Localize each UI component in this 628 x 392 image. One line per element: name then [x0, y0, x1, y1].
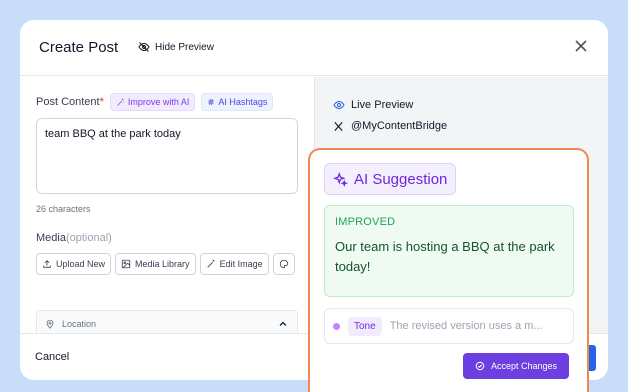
edit-image-button[interactable]: Edit Image — [199, 253, 269, 275]
magic-wand-icon — [206, 259, 214, 268]
eye-off-icon — [138, 42, 150, 52]
map-pin-icon — [46, 319, 54, 329]
editor-panel: Post Content* Improve with AI AI Hashtag… — [20, 77, 314, 337]
media-label: Media(optional) — [36, 232, 112, 244]
chevron-up-icon[interactable] — [277, 318, 289, 330]
accept-changes-button[interactable]: Accept Changes — [463, 353, 570, 379]
improved-tag: IMPROVED — [335, 216, 396, 228]
page-title: Create Post — [39, 39, 119, 56]
hide-preview-label: Hide Preview — [155, 41, 214, 53]
improved-text: Our team is hosting a BBQ at the park to… — [335, 239, 555, 274]
improve-with-ai-button[interactable]: Improve with AI — [109, 93, 196, 111]
tone-description: The revised version uses a m... — [389, 320, 543, 332]
close-icon[interactable] — [574, 39, 588, 53]
palette-icon — [279, 259, 288, 269]
improved-suggestion: IMPROVED Our team is hosting a BBQ at th… — [324, 205, 574, 297]
ai-hashtags-button[interactable]: AI Hashtags — [201, 93, 274, 111]
upload-icon — [43, 260, 51, 268]
preview-handle: @MyContentBridge — [333, 120, 447, 132]
upload-new-button[interactable]: Upload New — [36, 253, 112, 275]
media-buttons: Upload New Media Library Edit Image — [36, 253, 295, 275]
live-preview-label: Live Preview — [333, 99, 413, 111]
image-icon — [121, 259, 131, 269]
media-library-button[interactable]: Media Library — [115, 253, 196, 275]
hashtag-icon — [208, 98, 215, 106]
cancel-button[interactable]: Cancel — [35, 351, 69, 363]
x-logo-icon — [334, 121, 343, 131]
sparkles-icon — [333, 171, 348, 187]
tone-dot-icon — [333, 322, 340, 330]
hide-preview-button[interactable]: Hide Preview — [138, 41, 214, 53]
post-content-textarea[interactable]: team BBQ at the park today — [36, 118, 298, 194]
palette-button[interactable] — [272, 253, 295, 275]
check-circle-icon — [475, 361, 485, 371]
tone-note: Tone The revised version uses a m... — [324, 308, 574, 344]
ai-suggestion-card: AI Suggestion IMPROVED Our team is hosti… — [308, 148, 589, 392]
eye-icon — [333, 100, 345, 110]
post-content-label: Post Content* — [36, 96, 104, 108]
tone-badge: Tone — [348, 316, 382, 336]
character-count: 26 characters — [36, 204, 91, 214]
ai-suggestion-title: AI Suggestion — [324, 163, 457, 195]
modal-header: Create Post Hide Preview — [20, 20, 608, 76]
location-placeholder: Location — [62, 318, 97, 329]
content-label-row: Post Content* Improve with AI AI Hashtag… — [36, 93, 274, 111]
magic-wand-icon — [117, 98, 124, 106]
